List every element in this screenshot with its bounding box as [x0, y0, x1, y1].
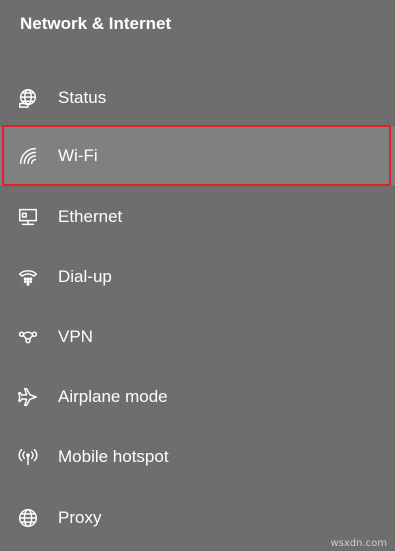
nav-item-status[interactable]: Status	[0, 68, 395, 128]
settings-nav-panel: Network & Internet Status Wi-Fi Ethernet…	[0, 0, 395, 551]
nav-item-ethernet[interactable]: Ethernet	[0, 187, 395, 247]
globe-proxy-icon	[16, 506, 40, 530]
section-title: Network & Internet	[20, 14, 172, 33]
wifi-icon	[16, 144, 40, 168]
nav-item-airplane-mode[interactable]: Airplane mode	[0, 367, 395, 427]
nav-item-label: Mobile hotspot	[58, 447, 169, 466]
nav-item-dial-up[interactable]: Dial-up	[0, 247, 395, 307]
vpn-icon	[16, 325, 40, 349]
nav-item-label: Proxy	[58, 508, 102, 527]
nav-item-label: Wi-Fi	[58, 146, 98, 165]
nav-item-label: VPN	[58, 327, 93, 346]
watermark: wsxdn.com	[330, 538, 387, 549]
nav-item-label: Airplane mode	[58, 387, 168, 406]
globe-status-icon	[16, 86, 40, 110]
airplane-icon	[16, 385, 40, 409]
nav-item-mobile-hotspot[interactable]: Mobile hotspot	[0, 427, 395, 487]
nav-item-label: Status	[58, 88, 107, 107]
nav-item-label: Dial-up	[58, 267, 112, 286]
dial-up-icon	[16, 265, 40, 289]
hotspot-icon	[16, 445, 40, 469]
nav-item-wifi[interactable]: Wi-Fi	[0, 127, 395, 185]
nav-item-label: Ethernet	[58, 207, 123, 226]
nav-item-vpn[interactable]: VPN	[0, 307, 395, 367]
ethernet-icon	[16, 205, 40, 229]
